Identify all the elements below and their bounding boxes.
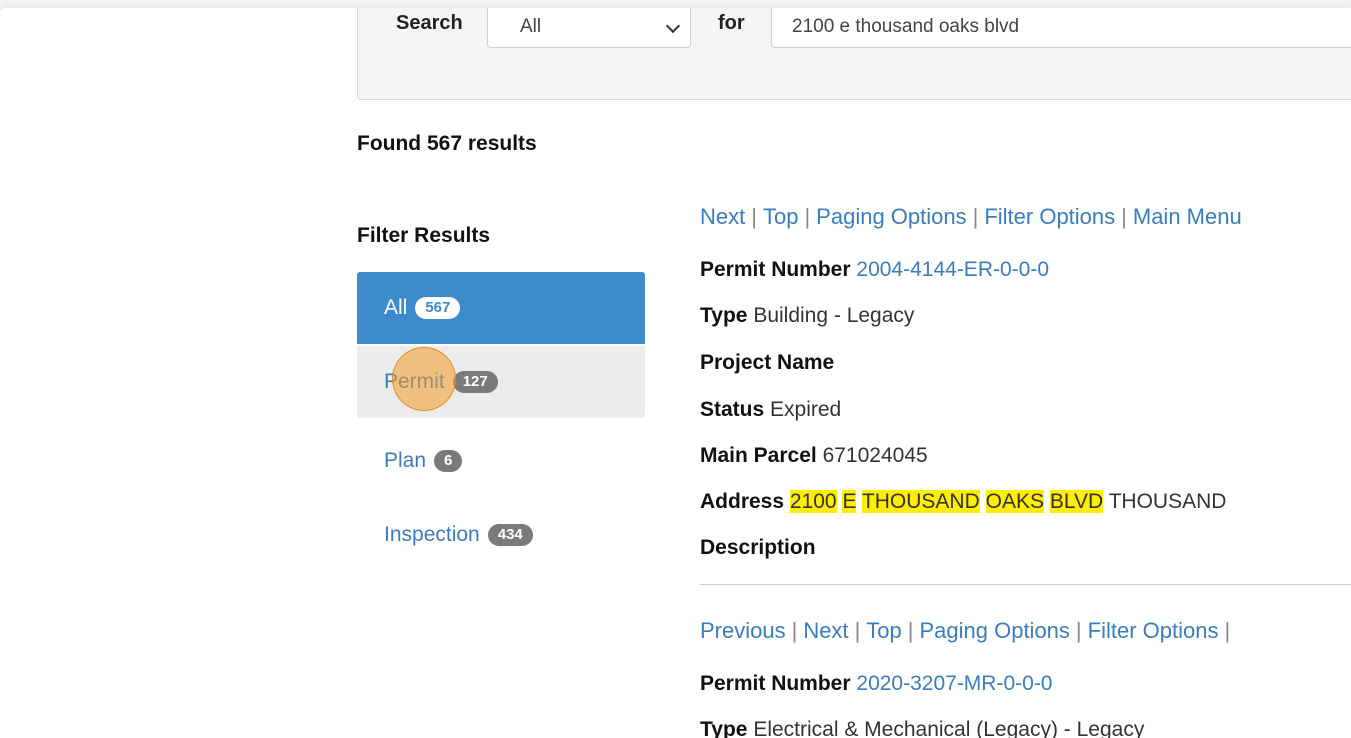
chevron-down-icon — [665, 18, 681, 34]
permit-number-link[interactable]: 2004-4144-ER-0-0-0 — [856, 258, 1049, 281]
field-label: Main Parcel — [700, 444, 817, 467]
highlighted-term: THOUSAND — [861, 490, 980, 513]
field-label: Address — [700, 490, 785, 513]
result-nav-top: Next | Top | Paging Options | Filter Options | M… — [700, 204, 1242, 230]
search-type-select[interactable]: All — [487, 8, 691, 48]
nav-filter-options-link[interactable]: Filter Options — [1088, 618, 1219, 643]
record-description: Description — [700, 536, 816, 560]
filter-item-permit[interactable]: Permit 127 — [357, 346, 645, 418]
nav-separator: | — [854, 618, 861, 643]
nav-separator: | — [907, 618, 914, 643]
field-label: Type — [700, 718, 748, 738]
field-label: Description — [700, 536, 816, 559]
filter-item-label: Plan — [384, 449, 427, 472]
field-value: Expired — [770, 398, 842, 421]
highlighted-term: BLVD — [1049, 490, 1104, 513]
field-label: Project Name — [700, 351, 835, 374]
nav-paging-options-link[interactable]: Paging Options — [919, 618, 1069, 643]
filter-item-plan[interactable]: Plan 6 — [357, 425, 645, 497]
count-badge: 127 — [452, 371, 498, 393]
field-value: 671024045 — [822, 444, 928, 467]
nav-previous-link[interactable]: Previous — [700, 618, 786, 643]
result-nav-bottom: Previous | Next | Top | Paging Options | Filter … — [700, 618, 1236, 644]
field-label: Type — [700, 304, 748, 327]
highlighted-term: OAKS — [985, 490, 1044, 513]
count-badge: 6 — [434, 450, 463, 472]
search-type-value: All — [520, 16, 542, 37]
nav-top-link[interactable]: Top — [866, 618, 901, 643]
record-main-parcel: Main Parcel 671024045 — [700, 444, 928, 468]
record-project-name: Project Name — [700, 351, 834, 375]
search-label: Search — [396, 12, 463, 34]
permit-number-link[interactable]: 2020-3207-MR-0-0-0 — [856, 672, 1052, 695]
nav-separator: | — [972, 204, 979, 229]
nav-next-link[interactable]: Next — [700, 204, 745, 229]
record-address: Address 2100 E THOUSAND OAKS BLVD THOUSA… — [700, 490, 1226, 514]
for-label: for — [718, 12, 745, 34]
highlighted-term: 2100 — [789, 490, 837, 513]
nav-separator: | — [751, 204, 757, 229]
nav-separator: | — [1121, 204, 1127, 229]
field-value: Electrical & Mechanical (Legacy) - Legac… — [753, 718, 1145, 738]
field-value: THOUSAND — [1108, 490, 1227, 513]
nav-paging-options-link[interactable]: Paging Options — [816, 204, 966, 229]
filter-item-label: All — [384, 296, 408, 319]
filter-item-label: Permit — [384, 370, 445, 393]
nav-main-menu-link[interactable]: Main Menu — [1133, 204, 1242, 229]
field-label: Permit Number — [700, 672, 851, 695]
filter-title: Filter Results — [357, 224, 491, 247]
search-input-value: 2100 e thousand oaks blvd — [792, 16, 1020, 37]
record-permit-number: Permit Number 2020-3207-MR-0-0-0 — [700, 672, 1053, 696]
record-divider — [700, 584, 1351, 585]
nav-separator: | — [1075, 618, 1082, 643]
search-input[interactable]: 2100 e thousand oaks blvd — [771, 8, 1351, 48]
filter-item-label: Inspection — [384, 523, 480, 546]
nav-filter-options-link[interactable]: Filter Options — [984, 204, 1115, 229]
nav-separator: | — [791, 618, 798, 643]
page: Search All for 2100 e thousand oaks blvd… — [0, 8, 1351, 738]
results-count: Found 567 results — [357, 132, 537, 155]
highlighted-term: E — [842, 490, 857, 513]
nav-top-link[interactable]: Top — [763, 204, 798, 229]
filter-item-all[interactable]: All 567 — [357, 272, 645, 344]
count-badge: 567 — [415, 297, 461, 319]
nav-next-link[interactable]: Next — [803, 618, 848, 643]
field-value: Building - Legacy — [753, 304, 915, 327]
count-badge: 434 — [487, 524, 533, 546]
field-label: Permit Number — [700, 258, 851, 281]
record-type: Type Building - Legacy — [700, 304, 914, 328]
nav-separator: | — [804, 204, 811, 229]
nav-separator: | — [1224, 618, 1231, 643]
field-label: Status — [700, 398, 765, 421]
record-type: Type Electrical & Mechanical (Legacy) - … — [700, 718, 1144, 738]
record-status: Status Expired — [700, 398, 841, 422]
record-permit-number: Permit Number 2004-4144-ER-0-0-0 — [700, 258, 1049, 282]
filter-item-inspection[interactable]: Inspection 434 — [357, 499, 645, 571]
